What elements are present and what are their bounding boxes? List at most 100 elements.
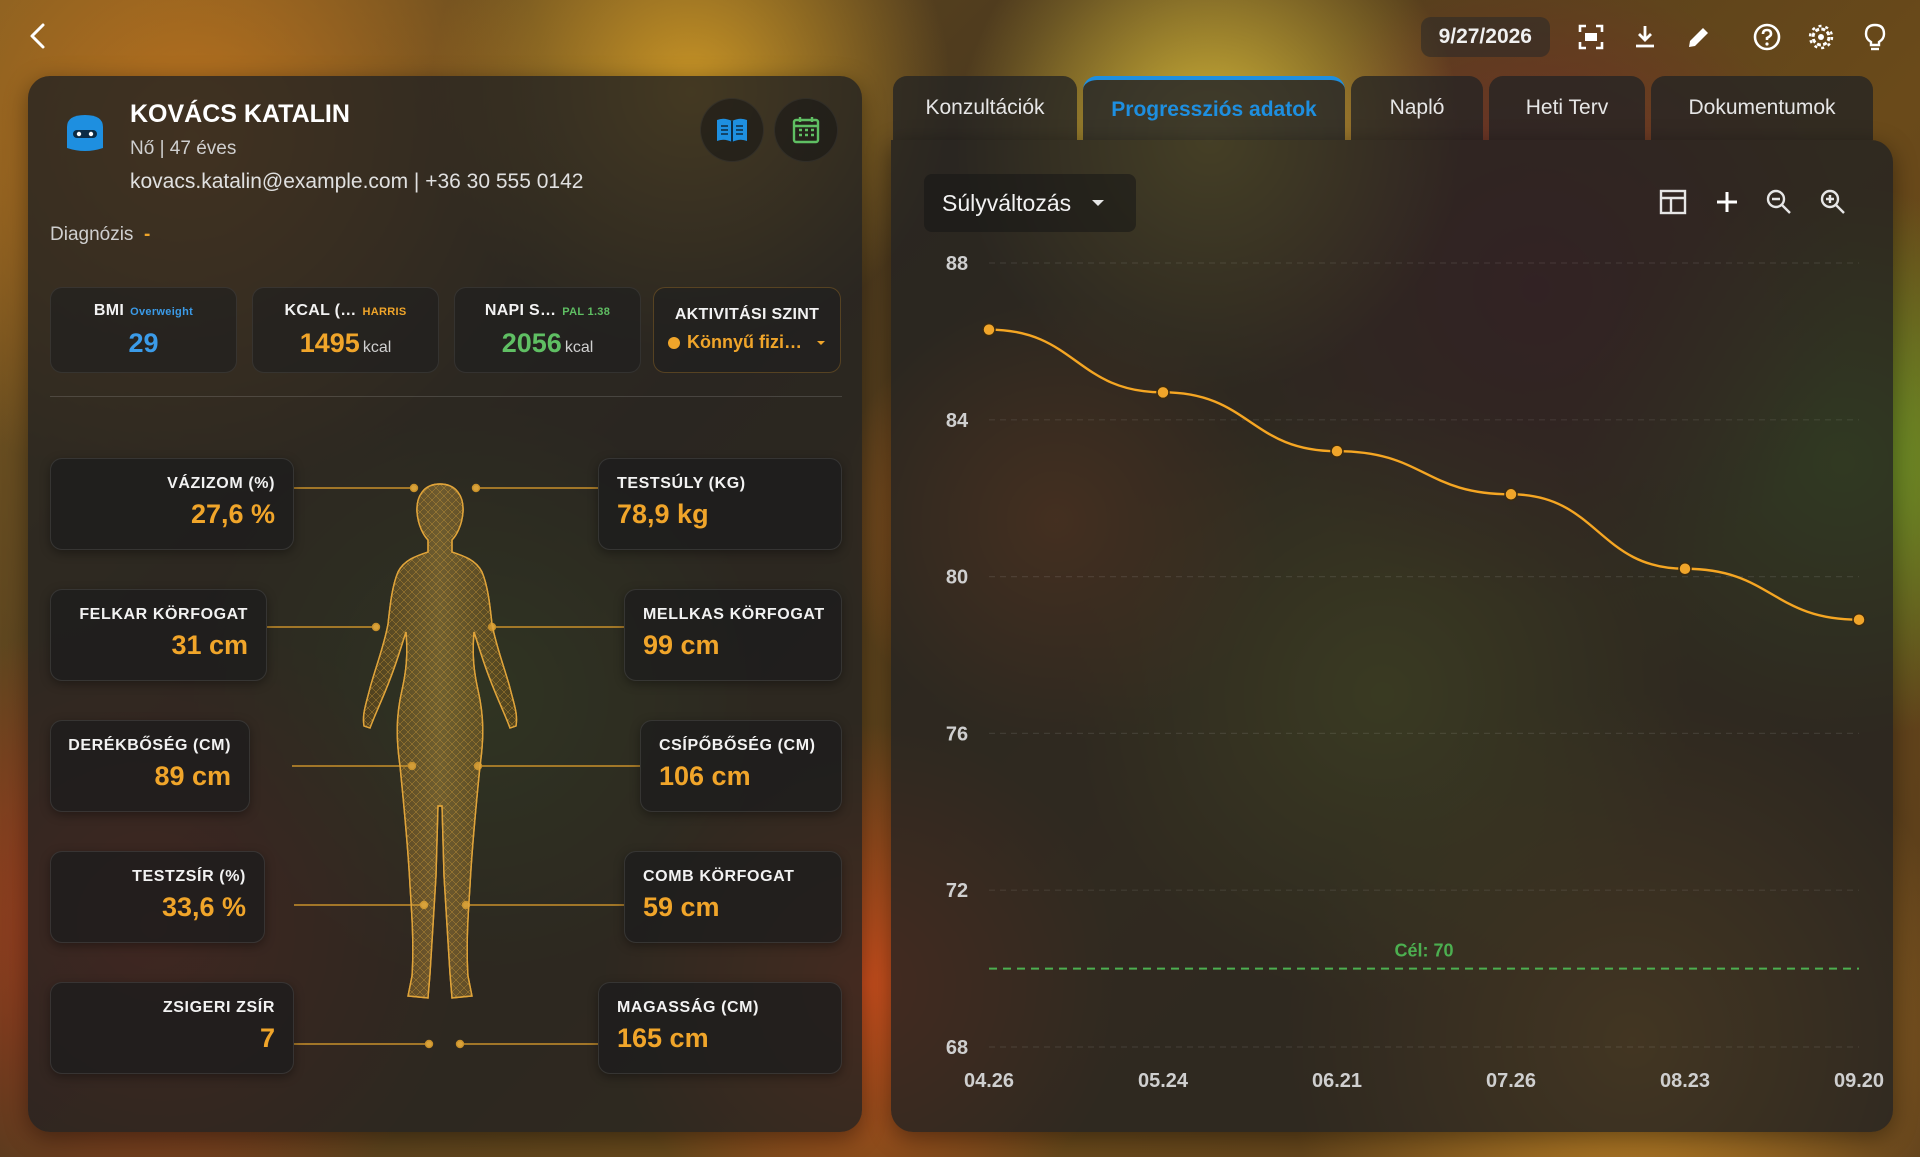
patient-name: KOVÁCS KATALIN [130,100,350,128]
bmi-card: BMI Overweight 29 [50,287,237,373]
x-tick-label: 07.26 [1486,1070,1536,1092]
tips-button[interactable] [1852,14,1898,60]
activity-level-card: AKTIVITÁSI SZINT Könnyű fizi… [653,287,841,373]
tab-heti-terv[interactable]: Heti Terv [1489,76,1645,140]
data-point [982,322,996,337]
upper-arm-value: 31 cm [171,630,248,660]
tab-dokumentumok[interactable]: Dokumentumok [1651,76,1873,140]
fullscreen-button[interactable] [1568,14,1614,60]
bmi-value: 29 [128,328,159,358]
activity-level-title: AKTIVITÁSI SZINT [674,306,820,323]
data-point [1504,487,1518,502]
x-tick-label: 05.24 [1138,1070,1189,1092]
divider [50,396,842,397]
status-dot [668,336,680,349]
avatar-icon [67,115,103,151]
x-tick-label: 08.23 [1660,1070,1710,1092]
bmi-title: BMI [93,302,125,319]
settings-icon [1808,24,1834,50]
back-icon [30,23,45,49]
upper-arm-label: FELKAR KÖRFOGAT [79,606,248,623]
x-tick-label: 04.26 [964,1070,1014,1092]
activity-level-select[interactable]: Könnyű fizi… [668,332,827,353]
patient-contact: kovacs.katalin@example.com | +36 30 555 … [130,170,584,193]
data-point [1330,444,1344,458]
kcal-value: 1495 [299,328,360,358]
progress-panel: Súlyváltozás 68 72 76 80 84 88 04.26 05.24 06.21… [891,140,1893,1132]
skeletal-muscle-value: 27,6 % [190,499,275,529]
patient-panel: KOVÁCS KATALIN Nő | 47 éves kovacs.katal… [28,76,862,1132]
daily-energy-title: NAPI S… [484,302,557,319]
visceral-fat-label: ZSIGERI ZSÍR [162,999,275,1016]
settings-button[interactable] [1798,14,1844,60]
calendar-icon [792,117,820,144]
data-point [1678,562,1692,576]
hip-card: CSÍPŐBŐSÉG (CM) 106 cm [640,720,842,812]
y-tick-label: 88 [946,253,968,275]
help-button[interactable] [1744,14,1790,60]
y-tick-label: 68 [946,1037,968,1059]
waist-label: DERÉKBŐSÉG (CM) [68,737,231,754]
skeletal-muscle-label: VÁZIZOM (%) [167,475,275,492]
fullscreen-icon [1578,24,1604,50]
download-button[interactable] [1622,14,1668,60]
body-fat-card: TESTZSÍR (%) 33,6 % [50,851,265,943]
body-figure [362,483,518,999]
tab-konzultaciok[interactable]: Konzultációk [893,76,1077,140]
activity-level-value: Könnyű fizi… [687,332,802,352]
edit-icon [1689,28,1708,47]
thigh-card: COMB KÖRFOGAT 59 cm [624,851,842,943]
height-label: MAGASSÁG (CM) [617,999,760,1016]
y-tick-label: 76 [946,723,968,745]
height-card: MAGASSÁG (CM) 165 cm [598,982,842,1074]
calendar-button[interactable] [774,98,838,162]
x-tick-label: 09.20 [1834,1070,1884,1092]
visceral-fat-card: ZSIGERI ZSÍR 7 [50,982,294,1074]
y-tick-label: 72 [946,880,968,902]
chest-value: 99 cm [643,630,720,660]
book-icon [717,118,747,142]
daily-energy-tag: PAL 1.38 [562,306,611,318]
daily-energy-card: NAPI S… PAL 1.38 2056 kcal [454,287,641,373]
waist-value: 89 cm [154,761,231,791]
weight-chart: 68 72 76 80 84 88 04.26 05.24 06.21 07.26 08.23 09.… [946,253,1884,1092]
date-display[interactable]: 9/27/2026 [1420,17,1550,57]
goal-label: Cél: 70 [1394,941,1453,961]
kcal-unit: kcal [362,339,392,356]
kcal-tag: HARRIS [362,306,407,318]
edit-button[interactable] [1676,14,1722,60]
tab-progresszios-adatok[interactable]: Progressziós adatok [1083,76,1345,140]
diagnosis-value: - [144,224,151,245]
kcal-card: KCAL (… HARRIS 1495 kcal [252,287,439,373]
tab-naplo[interactable]: Napló [1351,76,1483,140]
top-toolbar: 9/27/2026 [1420,14,1898,60]
data-point [1852,612,1866,627]
body-weight-value: 78,9 kg [617,499,709,529]
body-fat-label: TESTZSÍR (%) [132,868,246,885]
book-button[interactable] [700,98,764,162]
x-tick-label: 06.21 [1312,1070,1362,1092]
body-weight-card: TESTSÚLY (KG) 78,9 kg [598,458,842,550]
bmi-tag: Overweight [130,306,194,318]
daily-energy-unit: kcal [564,339,594,356]
patient-meta: Nő | 47 éves [130,138,237,159]
data-point [1156,385,1170,400]
body-weight-label: TESTSÚLY (KG) [617,475,746,492]
diagnosis-label: Diagnózis [50,224,134,245]
back-button[interactable] [24,20,54,52]
chevron-down-icon [817,340,825,345]
daily-energy-value: 2056 [501,328,562,358]
thigh-label: COMB KÖRFOGAT [643,868,795,885]
help-icon [1753,23,1781,51]
y-tick-label: 84 [946,410,969,432]
download-icon [1636,26,1654,48]
visceral-fat-value: 7 [259,1023,275,1053]
chest-card: MELLKAS KÖRFOGAT 99 cm [624,589,842,681]
lightbulb-icon [1864,23,1886,51]
hip-value: 106 cm [659,761,751,791]
thigh-value: 59 cm [643,892,720,922]
hip-label: CSÍPŐBŐSÉG (CM) [659,737,816,754]
skeletal-muscle-card: VÁZIZOM (%) 27,6 % [50,458,294,550]
upper-arm-card: FELKAR KÖRFOGAT 31 cm [50,589,267,681]
kcal-title: KCAL (… [284,302,357,319]
